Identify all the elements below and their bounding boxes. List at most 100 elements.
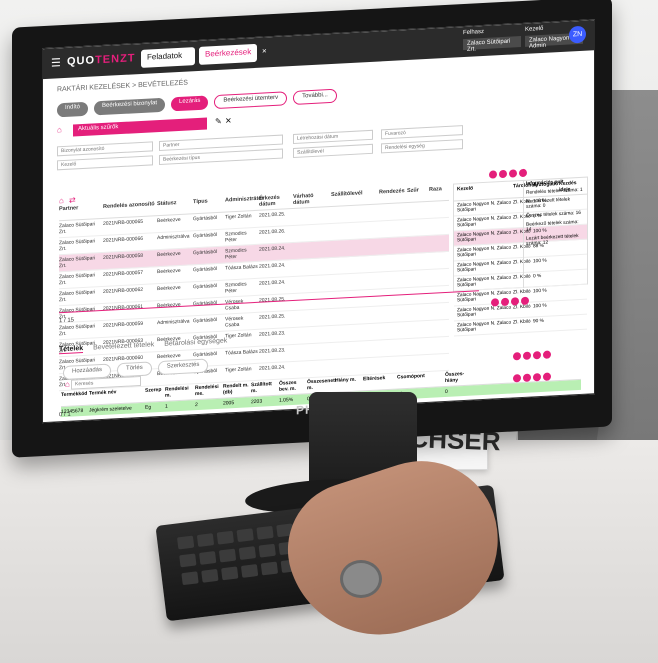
page-dot[interactable] xyxy=(523,373,531,382)
side-cell-progress: 90 % xyxy=(533,318,544,325)
search-home-icon[interactable]: ⌂ xyxy=(65,380,70,389)
page-dot[interactable] xyxy=(491,298,499,307)
cell-order: 2021NRB-000066 xyxy=(103,235,144,244)
page-dot[interactable] xyxy=(533,350,541,360)
side-cell-name: Zalaco Nagyon N. Zalaco Sütőipari xyxy=(457,320,512,334)
cell-status: Beérkezve xyxy=(157,250,181,259)
cell-admin: Vérosek Csaba xyxy=(225,299,243,312)
page-dot[interactable] xyxy=(523,351,531,360)
bottom-record-count: 0 / 1 xyxy=(59,411,71,419)
cell-date: 2021.08.23. xyxy=(259,347,286,355)
bt-cell-delivered: 2203 xyxy=(251,398,263,406)
pill-close[interactable]: Lezárás xyxy=(171,95,209,112)
info-panel: Információs pult Rendelés tételek száma:… xyxy=(523,176,586,288)
keyboard-key xyxy=(238,546,257,560)
delete-button[interactable]: Törlés xyxy=(117,361,152,378)
filter-doc-id[interactable]: Bizonylat azonosító xyxy=(57,141,153,157)
monitor-screen: ☰ QUOTENZT Feladatok Beérkezések × Felha… xyxy=(42,19,595,424)
edit-button[interactable]: Szerkesztés xyxy=(157,358,209,376)
tab-receipts[interactable]: Beérkezések xyxy=(199,43,257,65)
cell-date: 2021.08.25. xyxy=(259,211,286,219)
cell-order: 2021NRB-000062 xyxy=(103,286,144,295)
page-dot[interactable] xyxy=(543,372,551,381)
tab-items[interactable]: Tételek xyxy=(59,344,84,355)
keyboard-key xyxy=(196,533,215,548)
bt-col-name: Termék név xyxy=(89,389,117,397)
pill-more[interactable]: További... xyxy=(293,88,337,105)
info-title: Információs pult xyxy=(526,179,564,187)
page-dot[interactable] xyxy=(521,296,529,306)
bt-col-role: Szerep xyxy=(145,386,162,394)
page-dot[interactable] xyxy=(519,168,527,178)
page-dot[interactable] xyxy=(489,170,497,179)
keyboard-key xyxy=(216,530,235,545)
avatar[interactable]: ZN xyxy=(569,25,586,44)
filter-carrier[interactable]: Fuvarozó xyxy=(381,125,463,140)
pill-start[interactable]: Indító xyxy=(57,101,89,118)
info-line: Összes tételek száma: 16 xyxy=(526,210,581,219)
info-line: Beérkező tételek száma: 14 xyxy=(526,220,579,233)
bt-col-diff: Eltérések xyxy=(363,375,386,383)
breadcrumb: RAKTÁRI KEZELÉSEK > BEVÉTELEZÉS xyxy=(57,79,188,94)
menu-icon[interactable]: ☰ xyxy=(51,56,61,70)
bt-col-ordered: Rendelt m. (db) xyxy=(223,382,249,396)
bt-col-delivered: Szállított m. xyxy=(251,381,272,395)
close-filter-icon[interactable]: ✕ xyxy=(225,116,232,125)
cell-partner: Zalaco Sütőipari Zrt. xyxy=(59,272,96,287)
bt-col-total: Összesenett m. xyxy=(307,377,337,392)
keyboard-key xyxy=(201,568,219,583)
side-col-operator: Kezelő xyxy=(457,185,474,193)
bt-cell-name: Jégkrém szeletelve xyxy=(89,405,132,414)
side-cell-name: Zalaco Nagyon N. Zalaco Sütőipari xyxy=(457,230,512,244)
bt-cell-total-shortage: 0 xyxy=(445,388,448,396)
page-dot[interactable] xyxy=(509,169,517,178)
filter-created-date[interactable]: Létrehozási dátum xyxy=(293,129,373,144)
cell-admin: Tiger Zoltán xyxy=(225,213,252,221)
cell-type: Gyártásból xyxy=(193,248,218,257)
user-value-1[interactable]: Zalaco Sütőipari Zrt. xyxy=(463,36,521,53)
cell-date: 2021.08.25. xyxy=(259,313,286,321)
page-dot[interactable] xyxy=(513,352,521,361)
pill-schedule[interactable]: Beérkezési ütemterv xyxy=(214,91,288,110)
user-label-2: Kezelő xyxy=(525,25,544,33)
keyboard-key xyxy=(260,561,279,576)
side-cell-name: Zalaco Nagyon N. Zalaco Sütőipari xyxy=(457,200,512,214)
filter-operator[interactable]: Kezelő xyxy=(57,155,153,171)
filter-order-unit[interactable]: Rendelési egység xyxy=(381,139,463,154)
keyboard-key xyxy=(199,551,217,565)
side-cell-name: Zalaco Nagyon N. Zalaco Sütőipari xyxy=(457,305,512,319)
pill-receipt-doc[interactable]: Beérkezési bizonylat xyxy=(94,97,166,116)
keyboard-key xyxy=(258,543,276,558)
cell-partner: Zalaco Sütőipari Zrt. xyxy=(59,255,96,270)
keyboard-key xyxy=(256,525,274,540)
view-select[interactable]: Aktuális szűrők xyxy=(73,117,207,137)
side-cell-progress: 100 % xyxy=(533,303,547,310)
keyboard-key xyxy=(179,553,197,568)
user-label-1: Felhasz xyxy=(463,28,485,37)
filter-receipt-type[interactable]: Beérkezési típus xyxy=(159,148,283,166)
edit-icon[interactable]: ✎ xyxy=(215,117,222,126)
side-cell-location: ZI. Kbiló xyxy=(513,304,531,311)
close-icon[interactable]: × xyxy=(262,46,267,55)
cell-status: Beérkezve xyxy=(157,216,181,225)
page-dot[interactable] xyxy=(543,350,551,359)
page-dot[interactable] xyxy=(533,372,541,382)
keyboard-key xyxy=(240,564,259,578)
cell-date: 2021.08.26. xyxy=(259,228,286,236)
cell-admin: Vérosek Csaba xyxy=(225,315,244,329)
home-icon[interactable]: ⌂ xyxy=(57,125,62,134)
page-dot[interactable] xyxy=(501,297,509,307)
bt-col-node: Csomópont xyxy=(397,373,425,381)
page-dot[interactable] xyxy=(513,374,521,383)
page-dot[interactable] xyxy=(511,297,519,306)
info-line: Nem érkezett tételek száma: 0 xyxy=(526,197,570,210)
col-type: Típus xyxy=(193,198,208,206)
keyboard-key xyxy=(181,571,199,586)
side-cell-location: ZI. Kbiló xyxy=(513,319,531,326)
cell-order: 2021NRB-000065 xyxy=(103,218,144,227)
cell-status: Beérkezve xyxy=(157,267,181,276)
filter-delivery-note[interactable]: Szállítólevél xyxy=(293,143,373,158)
page-dot[interactable] xyxy=(499,169,507,179)
cell-date: 2021.08.24. xyxy=(259,279,286,287)
tab-tasks[interactable]: Feladatok xyxy=(141,47,195,68)
